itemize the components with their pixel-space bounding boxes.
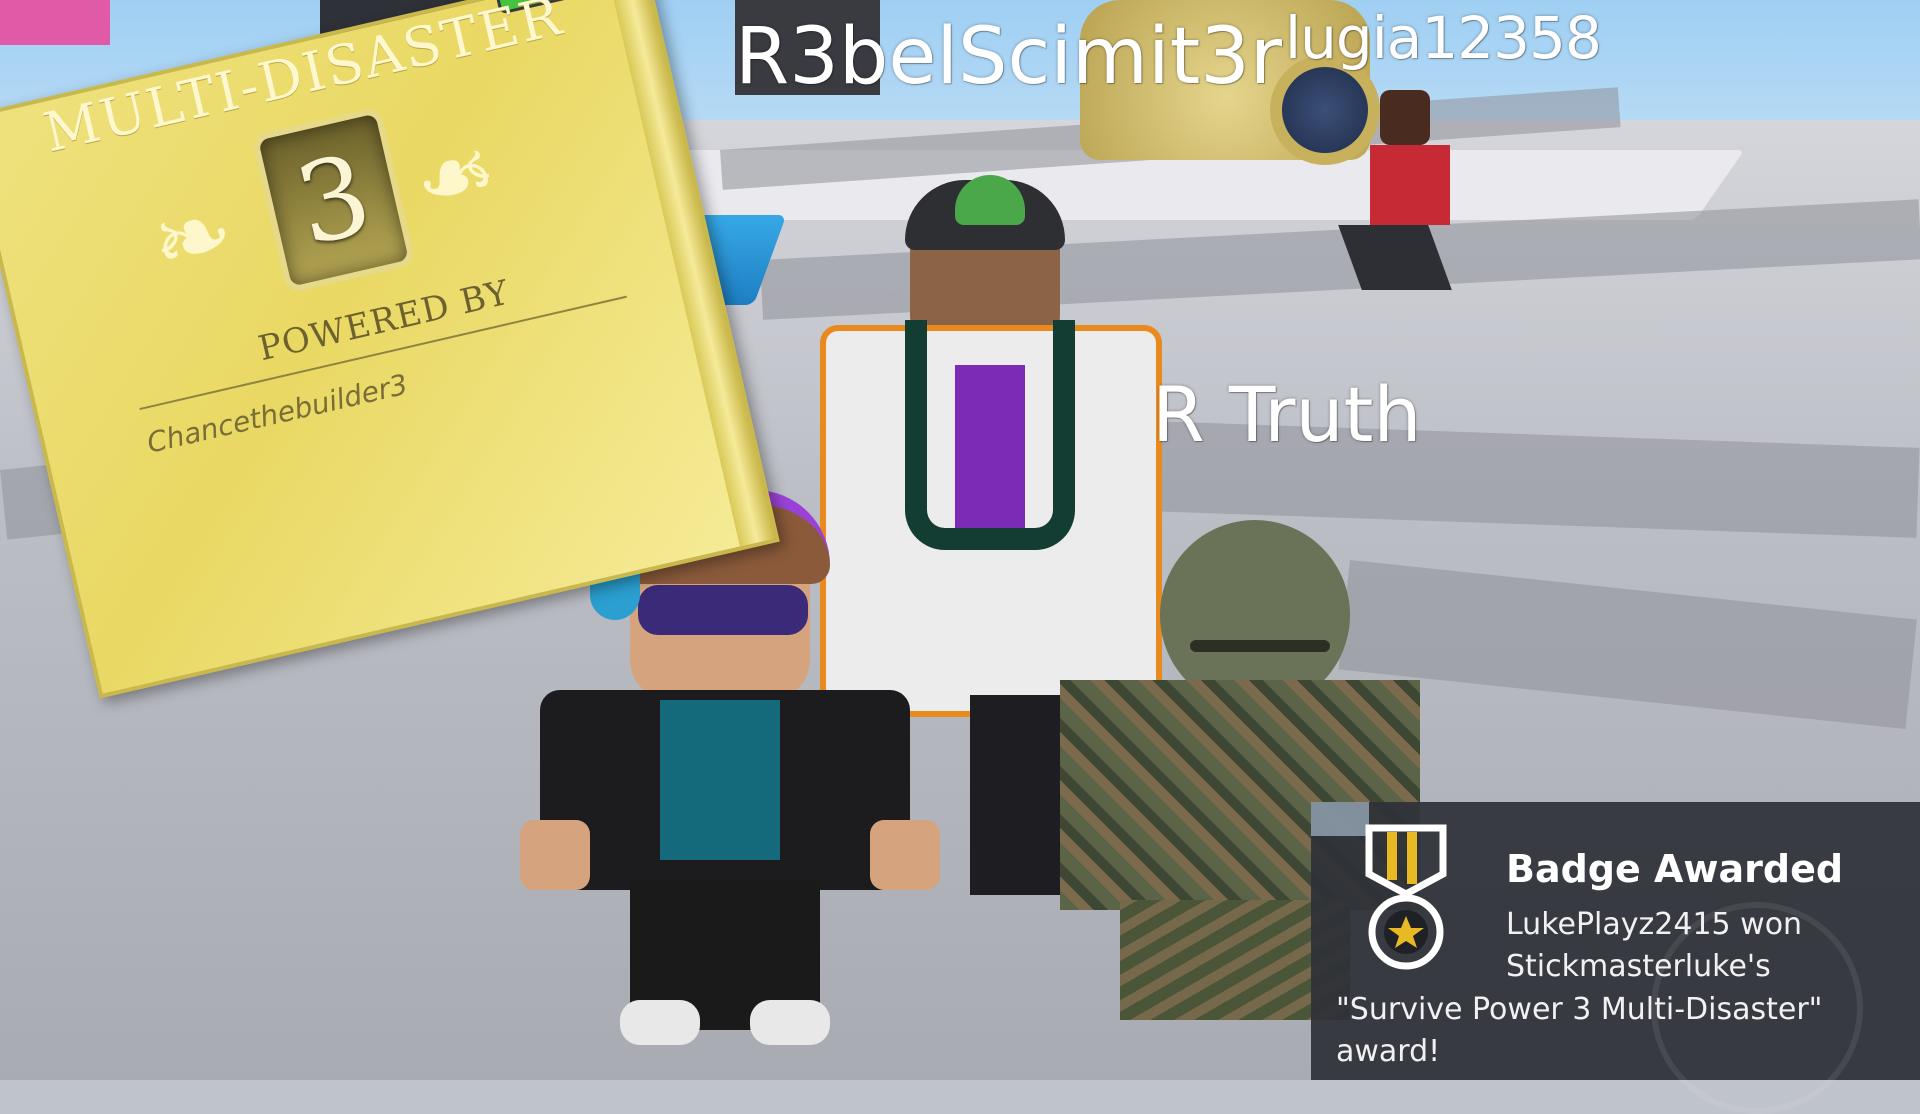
flourish-icon: ❧ xyxy=(403,113,508,241)
avatar-visor xyxy=(1190,640,1330,652)
badge-number: 3 xyxy=(285,129,383,271)
avatar-hand-right xyxy=(870,820,940,890)
notification-heading: Badge Awarded xyxy=(1506,847,1844,891)
pink-panel xyxy=(0,0,110,45)
notification-text: award! xyxy=(1336,1034,1441,1069)
player-nametag: lugia12358 xyxy=(1285,4,1602,72)
avatar-head xyxy=(1380,90,1430,145)
avatar-shirt xyxy=(660,700,780,860)
avatar-legs xyxy=(1338,225,1452,290)
badge-number-box: 3 xyxy=(251,106,417,294)
avatar-background-player[interactable] xyxy=(1338,90,1460,300)
notification-text: "Survive Power 3 Multi-Disaster" xyxy=(1336,992,1823,1027)
notification-text: LukePlayz2415 won xyxy=(1506,907,1803,942)
flourish-icon: ❧ xyxy=(140,174,245,302)
avatar-hand-left xyxy=(520,820,590,890)
avatar-torso xyxy=(1370,145,1450,225)
badge-notification[interactable]: Badge Awarded LukePlayz2415 won Stickmas… xyxy=(1311,802,1920,1114)
badge-author: Chancethebuilder3 xyxy=(143,367,411,460)
medal-icon xyxy=(1365,824,1447,970)
avatar-shoe xyxy=(620,1000,700,1045)
avatar-sunglasses xyxy=(638,585,808,635)
avatar-shoe xyxy=(750,1000,830,1045)
player-nametag: R Truth xyxy=(1152,370,1422,459)
player-nametag: R3belScimit3r xyxy=(735,12,1282,102)
notification-text: Stickmasterluke's xyxy=(1506,949,1771,984)
